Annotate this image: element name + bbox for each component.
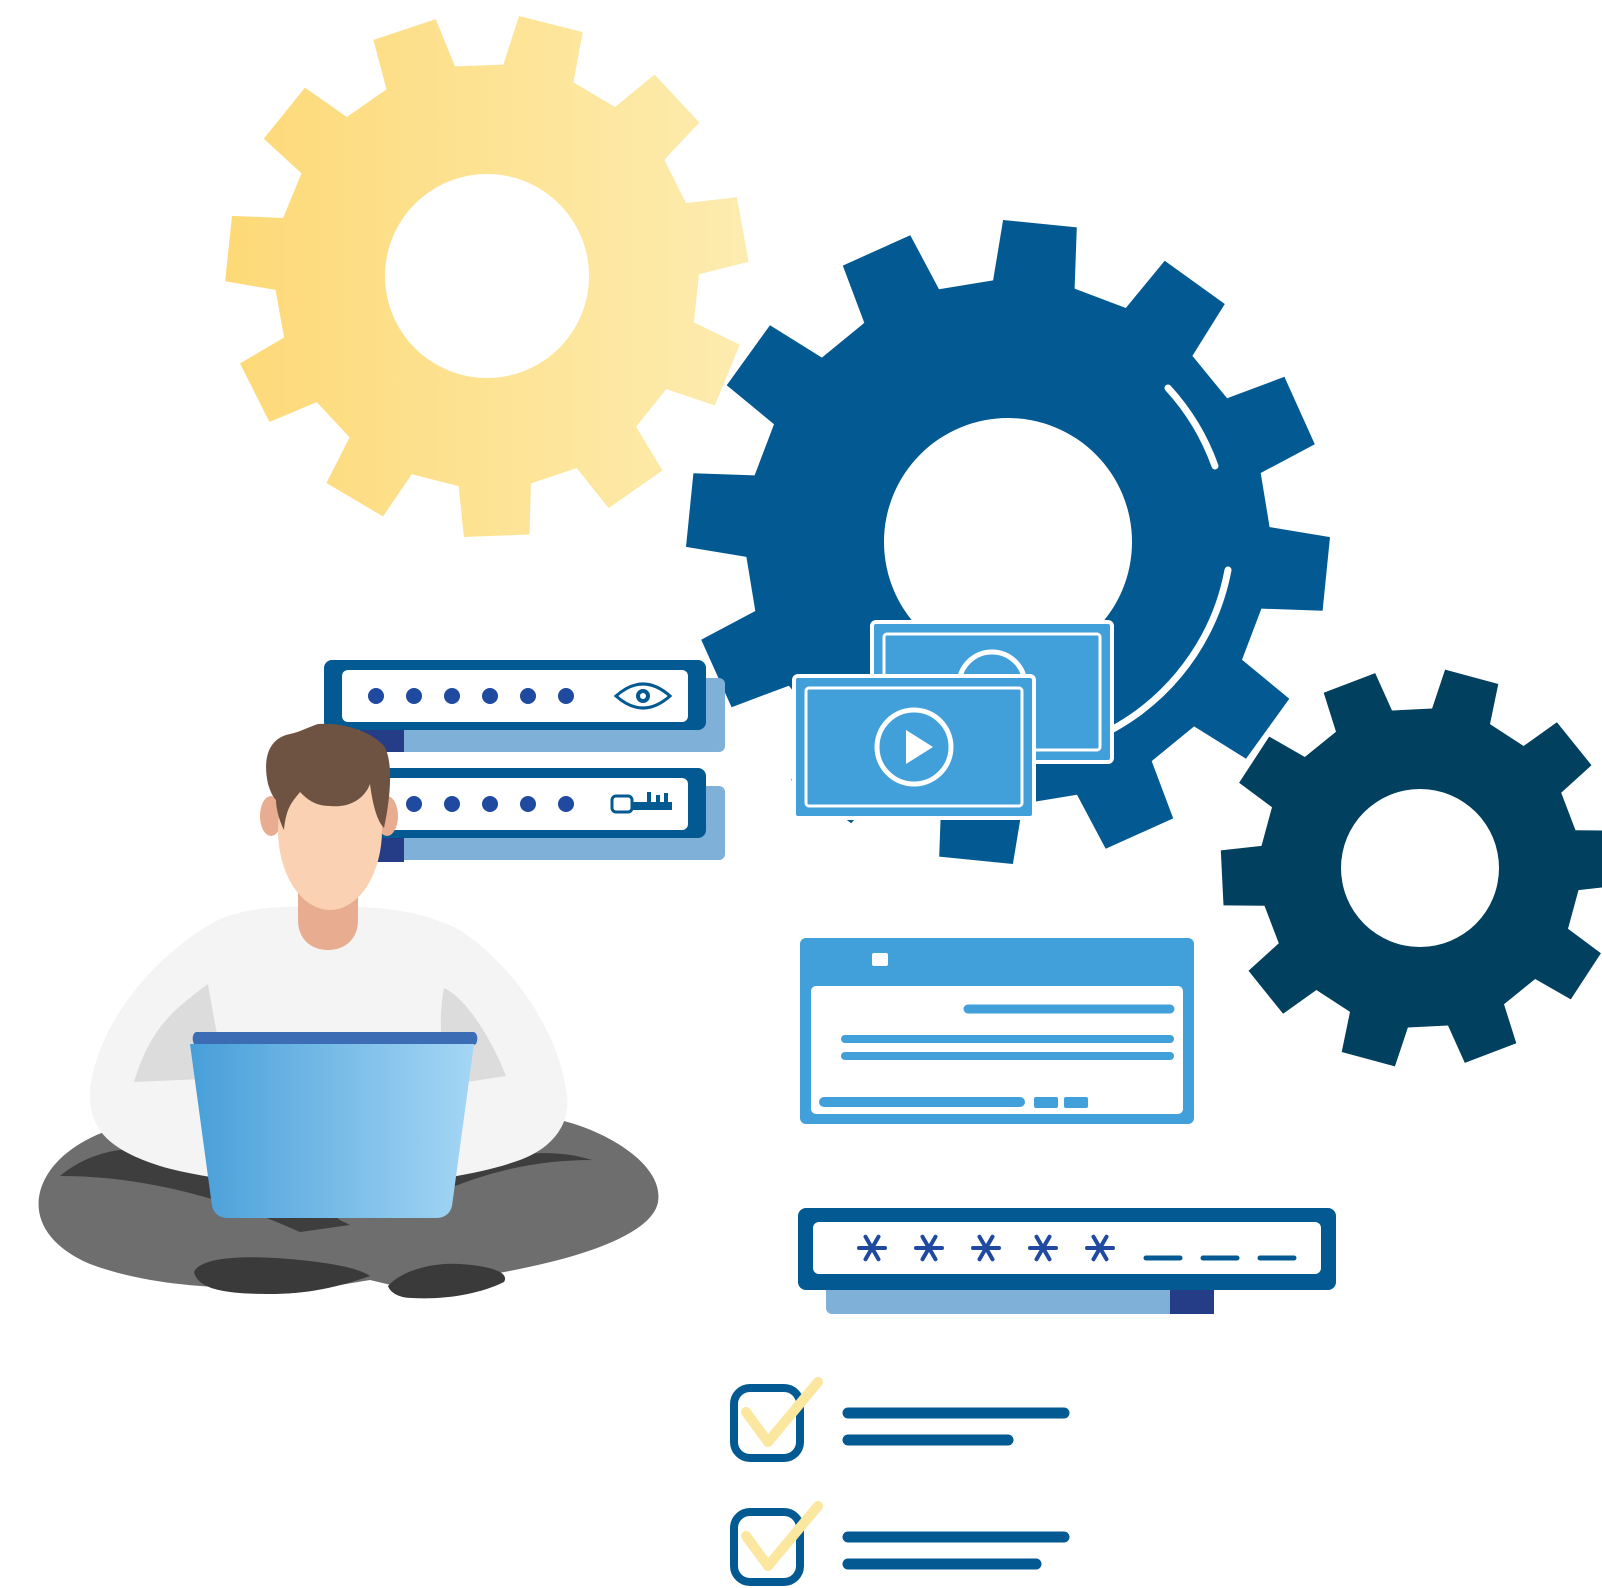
gear-icon-navy [1220, 669, 1602, 1067]
password-dot [406, 796, 422, 812]
password-dot [482, 796, 498, 812]
laptop-icon [190, 1032, 478, 1218]
password-dot [558, 796, 574, 812]
checklist-item [730, 1377, 1070, 1462]
password-dot [406, 688, 422, 704]
password-dot [444, 688, 460, 704]
checklist [730, 1377, 1070, 1586]
password-dot [482, 688, 498, 704]
masked-password-field [798, 1208, 1336, 1314]
form-window [800, 938, 1194, 1124]
password-dot [520, 796, 536, 812]
illustration-canvas [38, 16, 1602, 1586]
password-dot [368, 688, 384, 704]
password-dot [520, 688, 536, 704]
checklist-item [730, 1501, 1070, 1586]
password-field-eye [324, 660, 725, 752]
password-dot [444, 796, 460, 812]
password-dot [558, 688, 574, 704]
video-window-front [792, 674, 1036, 820]
gear-icon-yellow [225, 16, 749, 537]
